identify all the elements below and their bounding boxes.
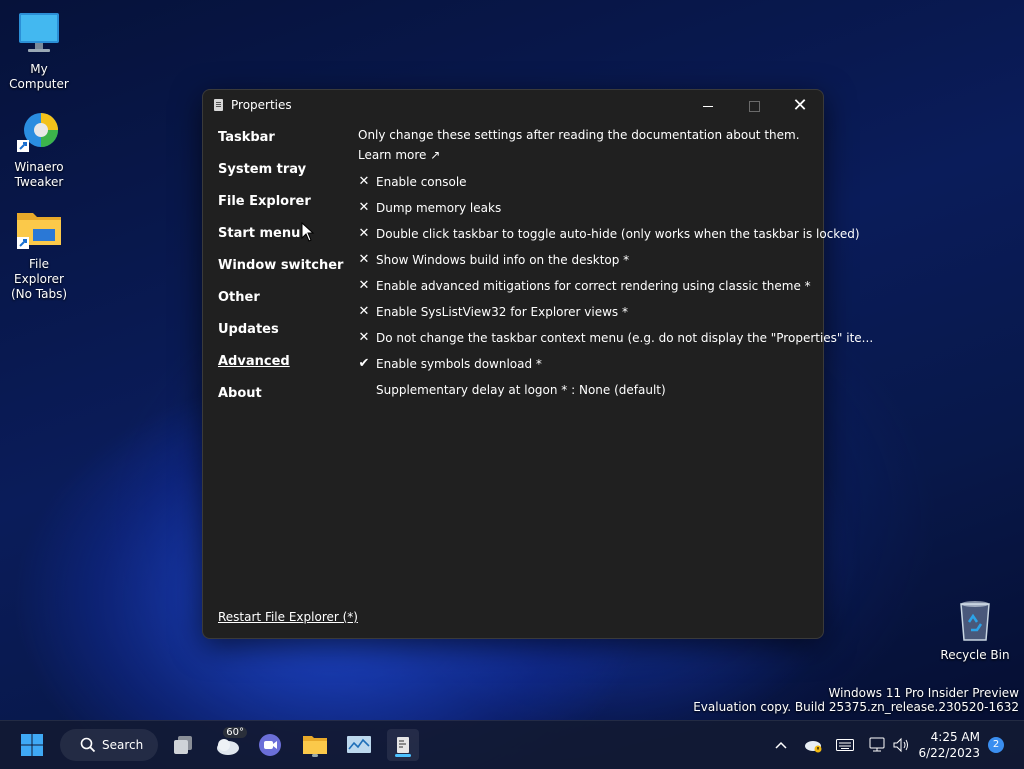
- minimize-icon: [703, 105, 713, 107]
- cross-icon: ✕: [358, 174, 370, 189]
- sidebar-item-file-explorer[interactable]: File Explorer: [218, 194, 343, 226]
- watermark-line1: Windows 11 Pro Insider Preview: [828, 686, 1019, 700]
- cross-icon: ✕: [358, 304, 370, 319]
- cross-icon: ✕: [358, 252, 370, 267]
- properties-window: Properties ✕ Taskbar System tray File Ex…: [202, 89, 874, 639]
- teams-chat-icon: [259, 734, 281, 756]
- winaero-tweaker-icon: [15, 108, 63, 156]
- cross-icon: ✕: [358, 278, 370, 293]
- evaluation-watermark: Windows 11 Pro Insider Preview Evaluatio…: [693, 686, 1019, 714]
- cross-icon: ✕: [358, 330, 370, 345]
- teams-chat-button[interactable]: [254, 729, 286, 761]
- sidebar-item-advanced[interactable]: Advanced: [218, 354, 343, 386]
- search-label: Search: [102, 738, 144, 752]
- option-syslistview32[interactable]: ✕ Enable SysListView32 for Explorer views…: [358, 299, 818, 325]
- option-show-build-info[interactable]: ✕ Show Windows build info on the desktop …: [358, 247, 818, 273]
- restart-explorer-link[interactable]: Restart File Explorer (*): [218, 610, 358, 624]
- options-list: ✕ Enable console ✕ Dump memory leaks ✕ Doub…: [358, 169, 874, 403]
- taskbar-search-button[interactable]: Search: [60, 729, 158, 761]
- close-button[interactable]: ✕: [777, 90, 823, 122]
- cross-icon: ✕: [358, 226, 370, 241]
- option-dump-memory-leaks[interactable]: ✕ Dump memory leaks: [358, 195, 818, 221]
- option-supplementary-delay[interactable]: Supplementary delay at logon * : None (d…: [358, 377, 818, 403]
- sidebar-nav: Taskbar System tray File Explorer Start …: [218, 130, 343, 418]
- clock-date: 6/22/2023: [918, 746, 980, 760]
- maximize-icon: [748, 100, 760, 112]
- volume-icon: [893, 737, 908, 753]
- sidebar-item-other[interactable]: Other: [218, 290, 343, 322]
- maximize-button[interactable]: [731, 90, 777, 122]
- checkmark-icon: ✔: [358, 356, 370, 371]
- option-symbols-download[interactable]: ✔ Enable symbols download *: [358, 351, 818, 377]
- option-taskbar-context-menu[interactable]: ✕ Do not change the taskbar context menu …: [358, 325, 874, 351]
- keyboard-icon: [836, 739, 854, 751]
- network-icon: [869, 737, 885, 752]
- task-view-button[interactable]: [167, 729, 199, 761]
- desktop-icon-label: Recycle Bin: [940, 648, 1010, 662]
- notification-badge[interactable]: 2: [988, 737, 1004, 753]
- onedrive-icon: [805, 741, 822, 753]
- sidebar-item-system-tray[interactable]: System tray: [218, 162, 343, 194]
- window-title: Properties: [231, 98, 292, 112]
- taskbar-clock[interactable]: 4:25 AM 6/22/2023: [918, 729, 980, 761]
- option-advanced-mitigations[interactable]: ✕ Enable advanced mitigations for correct…: [358, 273, 818, 299]
- settings-content: Only change these settings after reading…: [358, 127, 874, 403]
- desktop-icon-recycle-bin[interactable]: Recycle Bin: [936, 596, 1014, 663]
- properties-app-icon: [397, 737, 409, 753]
- search-icon: [80, 737, 96, 753]
- network-tray-icon[interactable]: [866, 721, 888, 769]
- running-indicator: [312, 754, 318, 757]
- desktop-icon-label: My Computer: [9, 62, 69, 91]
- folder-icon: [15, 205, 63, 253]
- windows-start-icon: [21, 734, 43, 756]
- close-icon: ✕: [792, 95, 808, 116]
- weather-widget-button[interactable]: 60°: [211, 727, 247, 761]
- cross-icon: ✕: [358, 200, 370, 215]
- taskbar: Search 60° 4:25 AM 6/22/2023 2: [0, 720, 1024, 769]
- keyboard-tray-icon[interactable]: [834, 721, 856, 769]
- desktop-icon-my-computer[interactable]: My Computer: [0, 10, 78, 92]
- monitor-app-taskbar-button[interactable]: [343, 729, 375, 761]
- option-double-click-autohide[interactable]: ✕ Double click taskbar to toggle auto-hid…: [358, 221, 860, 247]
- watermark-line2: Evaluation copy. Build 25375.zn_release.…: [693, 700, 1019, 714]
- file-explorer-taskbar-button[interactable]: [299, 729, 331, 761]
- mouse-cursor-icon: [301, 221, 315, 245]
- file-explorer-icon: [303, 736, 327, 754]
- tray-overflow-button[interactable]: [770, 721, 792, 769]
- desktop-icon-label: Winaero Tweaker: [14, 160, 64, 189]
- title-bar[interactable]: Properties ✕: [203, 90, 823, 122]
- desktop-icon-label: File Explorer (No Tabs): [10, 257, 68, 301]
- learn-more-link[interactable]: Learn more ↗: [358, 147, 818, 163]
- monitor-app-icon: [347, 736, 371, 753]
- option-enable-console[interactable]: ✕ Enable console: [358, 169, 818, 195]
- volume-tray-icon[interactable]: [890, 721, 912, 769]
- clock-time: 4:25 AM: [930, 730, 980, 744]
- active-indicator: [395, 754, 411, 757]
- properties-app-icon: [214, 99, 223, 111]
- task-view-icon: [174, 736, 192, 754]
- weather-temp: 60°: [223, 727, 247, 738]
- properties-taskbar-button[interactable]: [387, 729, 419, 761]
- sidebar-item-updates[interactable]: Updates: [218, 322, 343, 354]
- intro-text: Only change these settings after reading…: [358, 128, 800, 142]
- computer-icon: [15, 10, 63, 58]
- sidebar-item-start-menu[interactable]: Start menu: [218, 226, 343, 258]
- chevron-up-icon: [775, 741, 787, 749]
- desktop-icon-winaero-tweaker[interactable]: Winaero Tweaker: [0, 108, 78, 190]
- sidebar-item-taskbar[interactable]: Taskbar: [218, 130, 343, 162]
- desktop-icon-file-explorer-no-tabs[interactable]: File Explorer (No Tabs): [0, 205, 78, 302]
- sidebar-item-about[interactable]: About: [218, 386, 343, 418]
- recycle-bin-icon: [951, 596, 999, 644]
- sidebar-item-window-switcher[interactable]: Window switcher: [218, 258, 343, 290]
- minimize-button[interactable]: [685, 90, 731, 122]
- onedrive-tray-icon[interactable]: [800, 721, 826, 769]
- start-button[interactable]: [16, 729, 48, 761]
